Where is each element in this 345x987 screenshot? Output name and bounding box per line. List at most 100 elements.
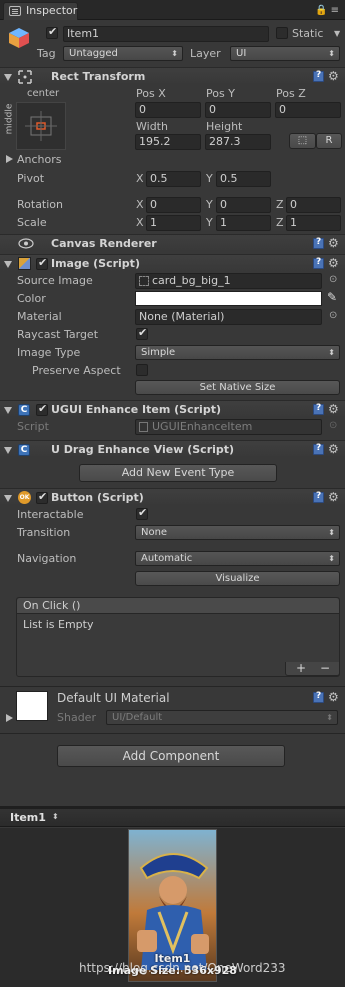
scale-z-input[interactable]: 1 [286,215,341,231]
help-book-icon[interactable] [313,403,324,415]
script-icon: C [18,444,30,456]
window-menu-icons[interactable]: 🔒 ≡ [315,5,339,16]
material-foldout-icon[interactable] [6,714,13,722]
anchors-foldout-icon[interactable] [6,155,13,163]
material-label: Material [17,310,62,323]
interactable-checkbox[interactable] [136,506,148,520]
help-book-icon[interactable] [313,257,324,269]
height-input[interactable]: 287.3 [205,134,271,150]
anchor-vertical-label: middle [4,103,15,135]
gear-icon[interactable]: ⚙ [328,691,339,703]
tag-label: Tag [37,47,56,60]
help-book-icon[interactable] [313,443,324,455]
list-empty-text: List is Empty [23,618,94,631]
help-book-icon[interactable] [313,691,324,703]
object-name-input[interactable]: Item1 [63,26,269,42]
shader-dropdown: UI/Default ⬍ [106,710,338,725]
add-listener-button[interactable]: + [296,661,306,675]
drag-view-header[interactable]: C U Drag Enhance View (Script) ⚙ [0,440,345,458]
tag-dropdown[interactable]: Untagged ⬍ [63,46,183,61]
pos-x-input[interactable]: 0 [135,102,201,118]
layer-value: UI [236,48,247,59]
script-file-icon [139,422,148,432]
chevron-icon: ⬍ [171,49,178,58]
transition-dropdown[interactable]: None ⬍ [135,525,340,540]
layer-label: Layer [190,47,221,60]
visualize-button[interactable]: Visualize [135,571,340,586]
pivot-x-input[interactable]: 0.5 [146,171,201,187]
static-dropdown-arrow[interactable]: ▼ [334,29,340,38]
canvas-renderer-header[interactable]: Canvas Renderer ⚙ [0,234,345,252]
foldout-arrow-icon[interactable] [4,447,12,454]
pivot-label: Pivot [17,172,45,185]
raycast-target-checkbox[interactable] [136,326,148,340]
gear-icon[interactable]: ⚙ [328,237,339,249]
foldout-arrow-icon[interactable] [4,74,12,81]
help-book-icon[interactable] [313,237,324,249]
button-enabled-checkbox[interactable] [36,490,48,504]
drag-view-title: U Drag Enhance View (Script) [51,443,235,456]
ugui-enhance-header[interactable]: C UGUI Enhance Item (Script) ⚙ [0,400,345,418]
rotation-z-input[interactable]: 0 [286,197,341,213]
remove-listener-button[interactable]: − [320,661,330,675]
add-event-type-button[interactable]: Add New Event Type [79,464,277,482]
image-type-dropdown[interactable]: Simple ⬍ [135,345,340,360]
add-component-button[interactable]: Add Component [57,745,285,767]
inspector-icon [9,6,21,16]
image-component-header[interactable]: Image (Script) ⚙ [0,254,345,272]
gear-icon[interactable]: ⚙ [328,257,339,269]
foldout-arrow-icon[interactable] [4,261,12,268]
preserve-aspect-checkbox[interactable] [136,364,148,376]
active-checkbox[interactable] [46,25,58,39]
set-native-size-button[interactable]: Set Native Size [135,380,340,395]
eyedropper-icon[interactable]: ✎ [327,290,337,304]
pos-z-input[interactable]: 0 [275,102,341,118]
scale-x-input[interactable]: 1 [146,215,201,231]
pos-y-input[interactable]: 0 [205,102,271,118]
preview-area: Item1 Image Size: 536x928 https://blog.c… [0,828,345,987]
foldout-arrow-icon[interactable] [4,407,12,414]
image-enabled-checkbox[interactable] [36,256,48,270]
gear-icon[interactable]: ⚙ [328,70,339,82]
script-field: UGUIEnhanceItem [135,419,322,435]
rotation-y-input[interactable]: 0 [216,197,271,213]
layer-dropdown[interactable]: UI ⬍ [230,46,340,61]
help-book-icon[interactable] [313,70,324,82]
material-field[interactable]: None (Material) [135,309,322,325]
object-picker-icon[interactable]: ⊙ [329,274,337,285]
pivot-y-input[interactable]: 0.5 [216,171,271,187]
tab-inspector[interactable]: Inspector [3,2,78,20]
gear-icon[interactable]: ⚙ [328,443,339,455]
static-checkbox[interactable] [276,27,288,39]
rect-transform-header[interactable]: Rect Transform ⚙ [0,67,345,85]
scale-y-axis: Y [206,216,213,229]
color-swatch[interactable] [135,291,322,306]
object-picker-icon[interactable]: ⊙ [329,310,337,321]
gear-icon[interactable]: ⚙ [328,403,339,415]
gear-icon[interactable]: ⚙ [328,491,339,503]
source-image-value: card_bg_big_1 [152,274,231,287]
raycast-target-label: Raycast Target [17,328,99,341]
raw-edit-button[interactable]: R [316,133,342,149]
script-value: UGUIEnhanceItem [152,420,253,433]
scale-z-axis: Z [276,216,284,229]
foldout-arrow-icon[interactable] [4,495,12,502]
ugui-enhance-enabled-checkbox[interactable] [36,402,48,416]
static-label: Static [292,27,324,40]
script-label: Script [17,420,49,433]
width-input[interactable]: 195.2 [135,134,201,150]
image-type-label: Image Type [17,346,81,359]
preview-title[interactable]: Item1 [10,811,46,824]
source-image-field[interactable]: card_bg_big_1 [135,273,322,289]
blueprint-mode-button[interactable]: ⬚ [289,133,316,149]
help-book-icon[interactable] [313,491,324,503]
button-component-header[interactable]: OK Button (Script) ⚙ [0,488,345,506]
shader-value: UI/Default [112,712,163,723]
anchor-preset-button[interactable] [16,102,66,150]
navigation-dropdown[interactable]: Automatic ⬍ [135,551,340,566]
object-picker-icon: ⊙ [329,420,338,431]
rotation-x-input[interactable]: 0 [146,197,201,213]
scale-y-input[interactable]: 1 [216,215,271,231]
preview-dropdown-icon[interactable]: ⬍ [52,812,59,821]
anchors-label[interactable]: Anchors [17,153,62,166]
